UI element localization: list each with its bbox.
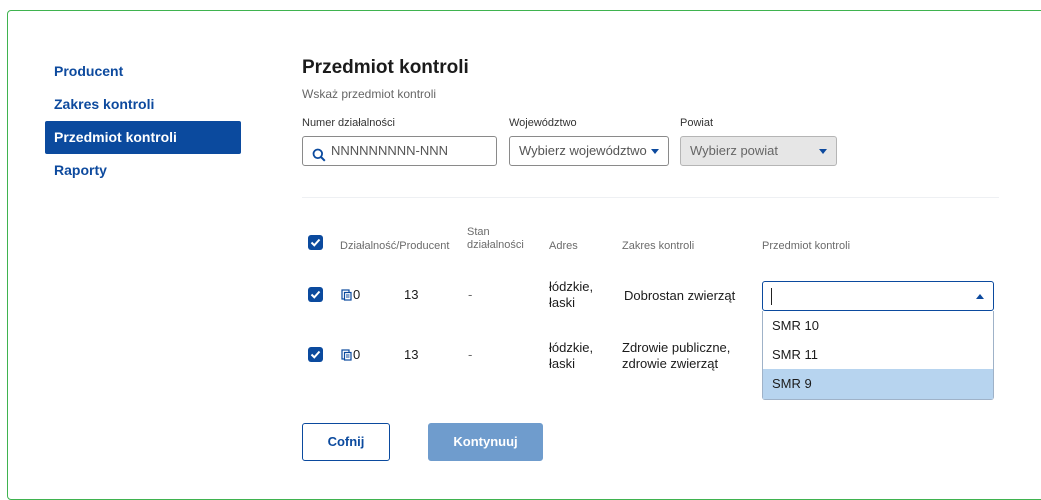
row-checkbox[interactable] bbox=[308, 347, 323, 362]
zakres-value: Zdrowie publiczne, zdrowie zwierząt bbox=[622, 340, 731, 371]
divider bbox=[302, 197, 999, 198]
select-all-checkbox[interactable] bbox=[308, 235, 323, 250]
numer-dzialalnosci-placeholder: NNNNNNNNN-NNN bbox=[331, 143, 448, 158]
check-icon bbox=[310, 290, 321, 299]
column-header-stan: Stan działalności bbox=[467, 226, 524, 251]
wojewodztwo-value: Wybierz województwo bbox=[519, 143, 647, 158]
check-icon bbox=[310, 238, 321, 247]
text-cursor bbox=[771, 288, 772, 305]
column-header-zakres: Zakres kontroli bbox=[622, 240, 695, 252]
numer-dzialalnosci-input[interactable]: NNNNNNNNN-NNN bbox=[302, 136, 497, 166]
sidebar-item-raporty[interactable]: Raporty bbox=[45, 154, 241, 187]
sidebar-item-producent[interactable]: Producent bbox=[45, 55, 241, 88]
powiat-label: Powiat bbox=[680, 117, 714, 129]
powiat-select[interactable]: Wybierz powiat bbox=[680, 136, 837, 166]
option-smr-11[interactable]: SMR 11 bbox=[763, 340, 993, 369]
stan-value: - bbox=[468, 347, 473, 362]
back-button[interactable]: Cofnij bbox=[302, 423, 390, 461]
chevron-down-icon bbox=[819, 149, 827, 154]
check-icon bbox=[310, 350, 321, 359]
producent-value: 13 bbox=[404, 347, 419, 362]
sidebar-item-przedmiot-kontroli[interactable]: Przedmiot kontroli bbox=[45, 121, 241, 154]
document-icon bbox=[341, 348, 352, 366]
chevron-down-icon bbox=[651, 149, 659, 154]
sidebar-item-zakres-kontroli[interactable]: Zakres kontroli bbox=[45, 88, 241, 121]
przedmiot-kontroli-dropdown: SMR 10 SMR 11 SMR 9 bbox=[762, 311, 994, 400]
document-icon bbox=[341, 288, 352, 306]
przedmiot-kontroli-select[interactable] bbox=[762, 281, 994, 311]
wojewodztwo-label: Województwo bbox=[509, 117, 577, 129]
numer-dzialalnosci-label: Numer działalności bbox=[302, 117, 395, 129]
search-icon bbox=[312, 144, 326, 172]
column-header-przedmiot: Przedmiot kontroli bbox=[762, 240, 851, 252]
column-header-adres: Adres bbox=[549, 240, 578, 252]
chevron-up-icon bbox=[976, 294, 984, 299]
column-header-dzialalnosc-producent: Działalność/Producent bbox=[340, 240, 450, 252]
row-checkbox[interactable] bbox=[308, 287, 323, 302]
option-smr-9[interactable]: SMR 9 bbox=[763, 369, 993, 399]
wojewodztwo-select[interactable]: Wybierz województwo bbox=[509, 136, 669, 166]
zakres-value: Dobrostan zwierząt bbox=[624, 288, 736, 303]
producent-value: 13 bbox=[404, 287, 419, 302]
page-title: Przedmiot kontroli bbox=[302, 57, 469, 78]
continue-button[interactable]: Kontynuuj bbox=[428, 423, 543, 461]
dzialalnosc-value: 0 bbox=[353, 287, 361, 302]
adres-value: łódzkie, łaski bbox=[549, 340, 594, 371]
powiat-value: Wybierz powiat bbox=[690, 143, 779, 158]
option-smr-10[interactable]: SMR 10 bbox=[763, 311, 993, 340]
stan-value: - bbox=[468, 287, 473, 302]
dzialalnosc-value: 0 bbox=[353, 347, 361, 362]
adres-value: łódzkie, łaski bbox=[549, 279, 594, 310]
page-subtitle: Wskaż przedmiot kontroli bbox=[302, 87, 437, 101]
